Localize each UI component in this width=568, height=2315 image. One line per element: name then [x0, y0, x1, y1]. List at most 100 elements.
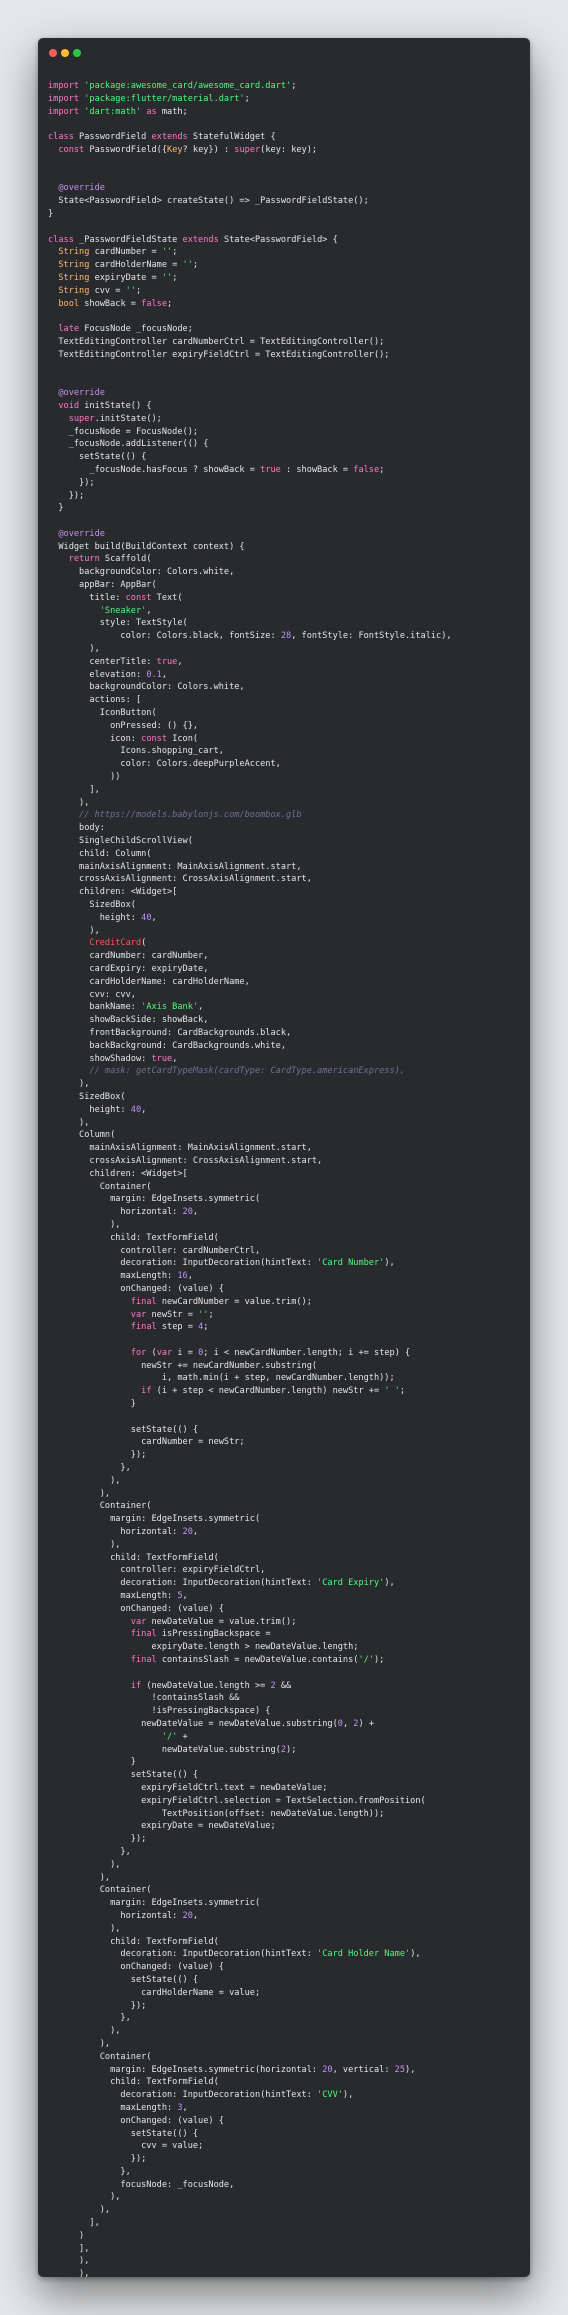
code-token: ),	[48, 2192, 121, 2203]
code-token: onChanged: (value) {	[48, 1603, 224, 1614]
code-token: ),	[48, 1539, 121, 1550]
code-token: SizedBox(	[48, 1091, 126, 1102]
code-token: ) +	[358, 1719, 375, 1729]
code-token: },	[48, 2013, 131, 2024]
code-token: crossAxisAlignment: CrossAxisAlignment.s…	[48, 874, 312, 885]
minimize-window-button[interactable]	[61, 49, 69, 57]
code-line: ],	[48, 784, 452, 797]
code-token: StatefulWidget {	[192, 132, 276, 143]
code-token: maxLength:	[48, 1591, 178, 1602]
code-token: ],	[48, 2243, 90, 2254]
code-token: ),	[48, 1859, 121, 1870]
code-token: 'Card Holder Name'	[317, 1949, 411, 1960]
code-token: centerTitle:	[48, 656, 157, 667]
code-line: void initState() {	[48, 400, 452, 413]
code-line: centerTitle: true,	[48, 656, 452, 669]
code-token: IconButton(	[48, 708, 157, 719]
code-line: frontBackground: CardBackgrounds.black,	[48, 1027, 452, 1040]
code-token: child: TextFormField(	[48, 1936, 219, 1947]
code-line: ​	[48, 221, 452, 234]
code-token: frontBackground: CardBackgrounds.black,	[48, 1027, 292, 1038]
code-token: ? key}) :	[182, 144, 235, 155]
code-line: late FocusNode _focusNode;	[48, 323, 452, 336]
code-token: child: TextFormField(	[48, 1232, 219, 1243]
code-line: @override	[48, 182, 452, 195]
code-token: expiryDate.length > newDateValue.length;	[48, 1642, 359, 1653]
code-line: ​	[48, 362, 452, 375]
code-line: final step = 4;	[48, 1321, 452, 1334]
code-line: decoration: InputDecoration(hintText: 'C…	[48, 2089, 452, 2102]
code-line: onPressed: () {},	[48, 720, 452, 733]
code-token: ),	[48, 2205, 111, 2216]
code-token: backBackground: CardBackgrounds.white,	[48, 1040, 286, 1051]
code-token: ),	[384, 1578, 395, 1589]
code-token: );	[373, 1655, 385, 1666]
code-line: SingleChildScrollView(	[48, 835, 452, 848]
code-line: ),	[48, 2268, 452, 2277]
code-token: maxLength:	[48, 2102, 178, 2113]
code-line: ),	[48, 797, 452, 810]
code-line: },	[48, 2012, 452, 2025]
code-token: ),	[48, 797, 90, 808]
code-token: ),	[48, 2269, 90, 2277]
code-token: ,	[172, 1053, 178, 1064]
code-token: ;	[291, 81, 297, 91]
code-token: _focusNode.addListener(() {	[48, 439, 209, 450]
code-token: controller: expiryFieldCtrl,	[48, 1565, 266, 1576]
code-token: },	[48, 2166, 131, 2177]
code-token: }	[48, 503, 64, 514]
code-token: !isPressingBackspace) {	[48, 1706, 271, 1717]
code-line: final newCardNumber = value.trim();	[48, 1296, 452, 1309]
code-token: ),	[48, 644, 100, 655]
code-token: false	[353, 464, 380, 475]
code-line: ),	[48, 643, 452, 656]
code-token: // mask: getCardTypeMask(cardType: CardT…	[48, 1066, 405, 1077]
code-line: maxLength: 5,	[48, 1590, 452, 1603]
code-token: const	[141, 733, 173, 744]
code-token: ,	[192, 1910, 199, 1921]
code-token: ),	[48, 2038, 111, 2049]
code-token: ),	[410, 1949, 421, 1960]
code-token: margin: EdgeInsets.symmetric(horizontal:	[48, 2064, 323, 2075]
code-token: 40	[141, 912, 152, 923]
code-token: ''	[125, 285, 136, 296]
code-line: var newDateValue = value.trim();	[48, 1616, 452, 1629]
code-token: _focusNode.hasFocus ? showBack =	[48, 464, 261, 475]
code-token: ;	[192, 260, 199, 271]
close-window-button[interactable]	[49, 49, 57, 57]
code-token: expiryFieldCtrl.selection = TextSelectio…	[48, 1795, 426, 1806]
code-token: onChanged: (value) {	[48, 1962, 224, 1973]
code-line: ​	[48, 374, 452, 387]
code-line: controller: expiryFieldCtrl,	[48, 1564, 452, 1577]
code-line: ),	[48, 1872, 452, 1885]
code-line: }	[48, 208, 452, 221]
code-token: ,	[187, 1271, 193, 1282]
code-line: String cvv = '';	[48, 285, 452, 298]
code-line: ),	[48, 2191, 452, 2204]
window-titlebar	[38, 38, 530, 66]
code-token: !containsSlash &&	[48, 1693, 240, 1704]
code-token: 20	[322, 2064, 333, 2075]
code-line: ​	[48, 515, 452, 528]
maximize-window-button[interactable]	[73, 49, 81, 57]
code-line: ),	[48, 925, 452, 938]
code-token: newDateValue = value.trim();	[151, 1616, 297, 1627]
code-token: import	[48, 93, 85, 104]
code-token: extends	[182, 234, 224, 245]
code-line: ​	[48, 118, 452, 131]
code-token: showBack =	[84, 298, 142, 309]
code-line: ),	[48, 2038, 452, 2051]
code-token: horizontal:	[48, 1527, 183, 1538]
code-line: ),	[48, 1117, 452, 1130]
code-token: ''	[161, 272, 173, 283]
code-token: 'Axis Bank'	[141, 1002, 199, 1013]
code-token: cardNumber: cardNumber,	[48, 951, 209, 962]
code-token: Icons.shopping_cart,	[48, 746, 224, 757]
code-token: true	[156, 656, 178, 667]
